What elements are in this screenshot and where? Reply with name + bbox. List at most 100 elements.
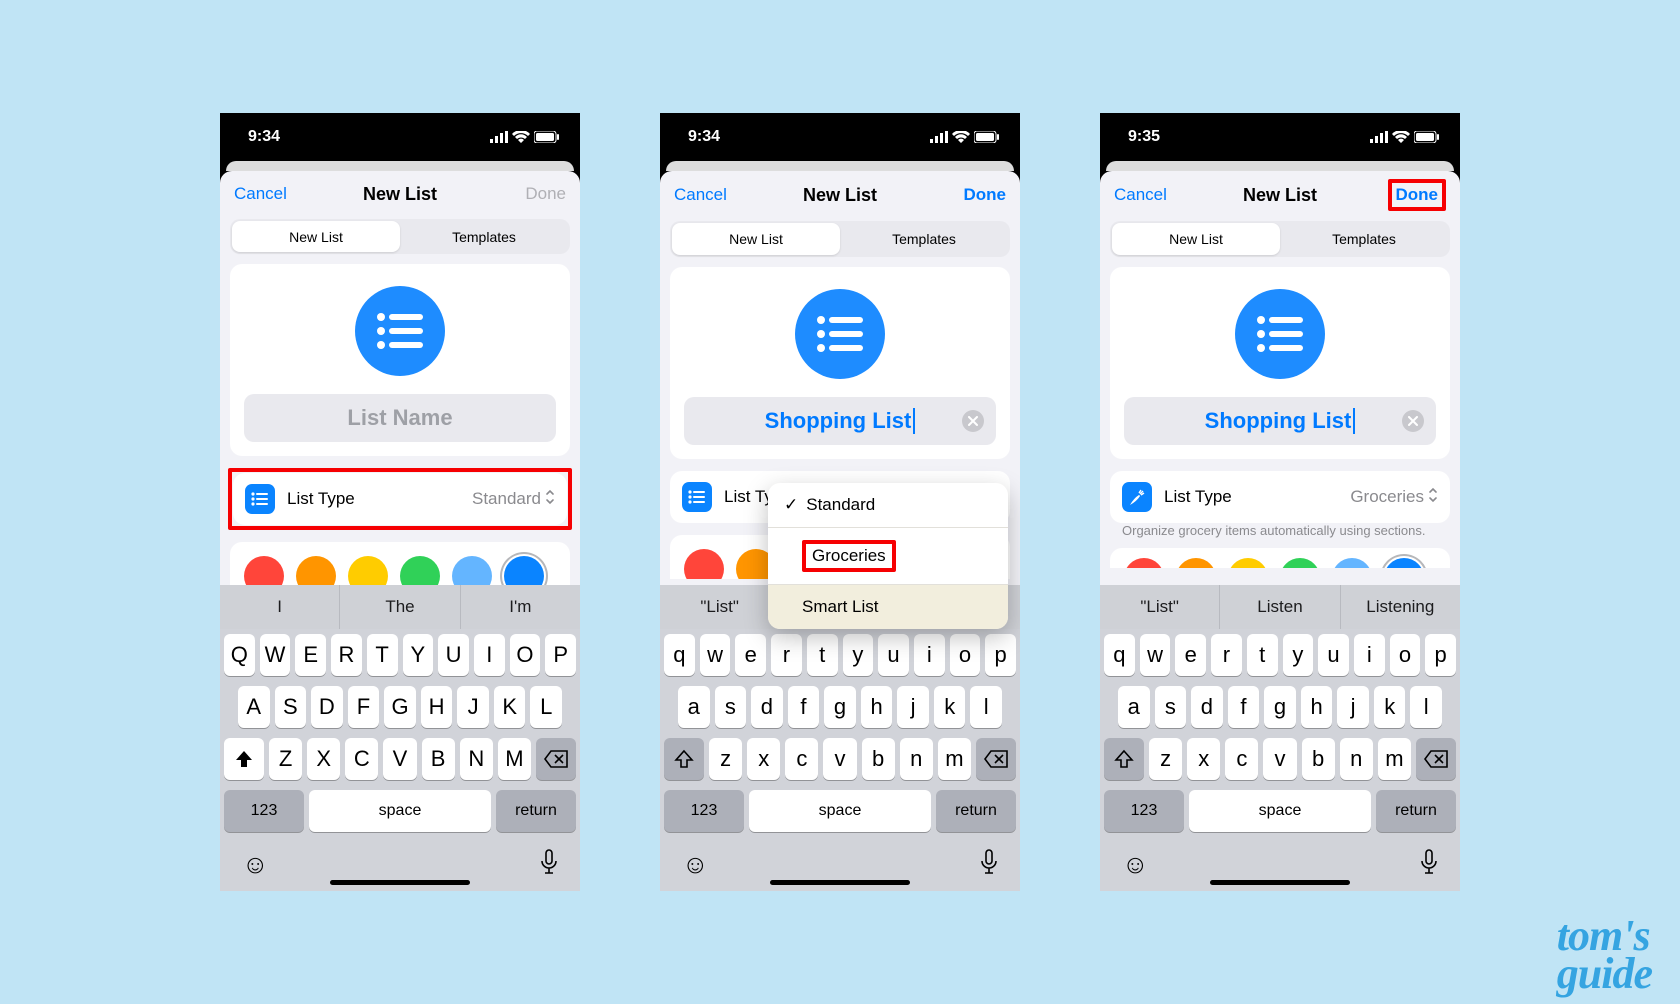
color-swatch-red[interactable] bbox=[1124, 558, 1164, 568]
key[interactable]: p bbox=[985, 634, 1016, 676]
key[interactable]: G bbox=[384, 686, 416, 728]
key[interactable]: q bbox=[664, 634, 695, 676]
seg-templates[interactable]: Templates bbox=[400, 221, 568, 252]
home-indicator[interactable] bbox=[1210, 880, 1350, 885]
key[interactable]: j bbox=[1337, 686, 1369, 728]
key[interactable]: u bbox=[878, 634, 909, 676]
seg-newlist[interactable]: New List bbox=[1112, 223, 1280, 255]
key[interactable]: b bbox=[1302, 738, 1335, 780]
prediction-1[interactable]: I bbox=[220, 585, 340, 629]
prediction-3[interactable]: I'm bbox=[461, 585, 580, 629]
popup-item-smartlist[interactable]: Smart List bbox=[768, 585, 1008, 629]
space-key[interactable]: space bbox=[749, 790, 931, 832]
segmented-control[interactable]: New List Templates bbox=[230, 219, 570, 254]
key[interactable]: b bbox=[862, 738, 895, 780]
key[interactable]: s bbox=[1155, 686, 1187, 728]
key[interactable]: Z bbox=[269, 738, 302, 780]
key[interactable]: w bbox=[700, 634, 731, 676]
key[interactable]: m bbox=[1378, 738, 1411, 780]
clear-text-button[interactable] bbox=[962, 410, 984, 432]
key[interactable]: g bbox=[1264, 686, 1296, 728]
key[interactable]: d bbox=[751, 686, 783, 728]
key[interactable]: g bbox=[824, 686, 856, 728]
key[interactable]: Q bbox=[224, 634, 255, 676]
numbers-key[interactable]: 123 bbox=[224, 790, 304, 832]
key[interactable]: l bbox=[970, 686, 1002, 728]
key[interactable]: n bbox=[1340, 738, 1373, 780]
key[interactable]: e bbox=[1175, 634, 1206, 676]
key[interactable]: t bbox=[807, 634, 838, 676]
key[interactable]: X bbox=[307, 738, 340, 780]
shift-key[interactable] bbox=[224, 738, 264, 780]
color-swatch-red[interactable] bbox=[684, 549, 724, 579]
key[interactable]: m bbox=[938, 738, 971, 780]
key[interactable]: q bbox=[1104, 634, 1135, 676]
key[interactable]: L bbox=[530, 686, 562, 728]
key[interactable]: K bbox=[494, 686, 526, 728]
key[interactable]: O bbox=[510, 634, 541, 676]
delete-key[interactable] bbox=[1416, 738, 1456, 780]
key[interactable]: C bbox=[345, 738, 378, 780]
key[interactable]: i bbox=[914, 634, 945, 676]
return-key[interactable]: return bbox=[496, 790, 576, 832]
key[interactable]: y bbox=[1283, 634, 1314, 676]
delete-key[interactable] bbox=[976, 738, 1016, 780]
space-key[interactable]: space bbox=[1189, 790, 1371, 832]
space-key[interactable]: space bbox=[309, 790, 491, 832]
key[interactable]: M bbox=[498, 738, 531, 780]
list-type-row[interactable]: List Type Standard bbox=[233, 473, 567, 525]
seg-newlist[interactable]: New List bbox=[672, 223, 840, 255]
dictation-key[interactable] bbox=[980, 849, 998, 880]
key[interactable]: a bbox=[678, 686, 710, 728]
home-indicator[interactable] bbox=[330, 880, 470, 885]
list-name-field[interactable]: Shopping List bbox=[684, 397, 996, 445]
key[interactable]: o bbox=[950, 634, 981, 676]
key[interactable]: i bbox=[1354, 634, 1385, 676]
key[interactable]: N bbox=[460, 738, 493, 780]
cancel-button[interactable]: Cancel bbox=[234, 184, 287, 204]
color-swatch-blue[interactable] bbox=[504, 556, 544, 585]
key[interactable]: f bbox=[1228, 686, 1260, 728]
key[interactable]: h bbox=[861, 686, 893, 728]
key[interactable]: B bbox=[422, 738, 455, 780]
key[interactable]: H bbox=[421, 686, 453, 728]
key[interactable]: U bbox=[438, 634, 469, 676]
emoji-key[interactable]: ☺ bbox=[242, 849, 269, 880]
key[interactable]: S bbox=[275, 686, 307, 728]
popup-item-standard[interactable]: ✓ Standard bbox=[768, 483, 1008, 528]
key[interactable]: E bbox=[295, 634, 326, 676]
return-key[interactable]: return bbox=[936, 790, 1016, 832]
color-swatch-red[interactable] bbox=[244, 556, 284, 585]
key[interactable]: c bbox=[1225, 738, 1258, 780]
segmented-control[interactable]: New List Templates bbox=[670, 221, 1010, 257]
segmented-control[interactable]: New List Templates bbox=[1110, 221, 1450, 257]
key[interactable]: I bbox=[474, 634, 505, 676]
prediction-1[interactable]: "List" bbox=[660, 585, 780, 629]
key[interactable]: D bbox=[311, 686, 343, 728]
key[interactable]: n bbox=[900, 738, 933, 780]
seg-newlist[interactable]: New List bbox=[232, 221, 400, 252]
color-swatch-yellow[interactable] bbox=[348, 556, 388, 585]
list-name-field[interactable]: List Name bbox=[244, 394, 556, 442]
key[interactable]: f bbox=[788, 686, 820, 728]
seg-templates[interactable]: Templates bbox=[840, 223, 1008, 255]
key[interactable]: r bbox=[1211, 634, 1242, 676]
key[interactable]: W bbox=[260, 634, 291, 676]
cancel-button[interactable]: Cancel bbox=[1114, 185, 1167, 205]
shift-key[interactable] bbox=[664, 738, 704, 780]
key[interactable]: r bbox=[771, 634, 802, 676]
clear-text-button[interactable] bbox=[1402, 410, 1424, 432]
key[interactable]: u bbox=[1318, 634, 1349, 676]
done-button[interactable]: Done bbox=[964, 185, 1007, 205]
color-swatch-green[interactable] bbox=[1280, 558, 1320, 568]
key[interactable]: z bbox=[709, 738, 742, 780]
key[interactable]: s bbox=[715, 686, 747, 728]
list-name-field[interactable]: Shopping List bbox=[1124, 397, 1436, 445]
color-swatch-orange[interactable] bbox=[296, 556, 336, 585]
key[interactable]: J bbox=[457, 686, 489, 728]
delete-key[interactable] bbox=[536, 738, 576, 780]
numbers-key[interactable]: 123 bbox=[1104, 790, 1184, 832]
key[interactable]: d bbox=[1191, 686, 1223, 728]
key[interactable]: l bbox=[1410, 686, 1442, 728]
key[interactable]: a bbox=[1118, 686, 1150, 728]
